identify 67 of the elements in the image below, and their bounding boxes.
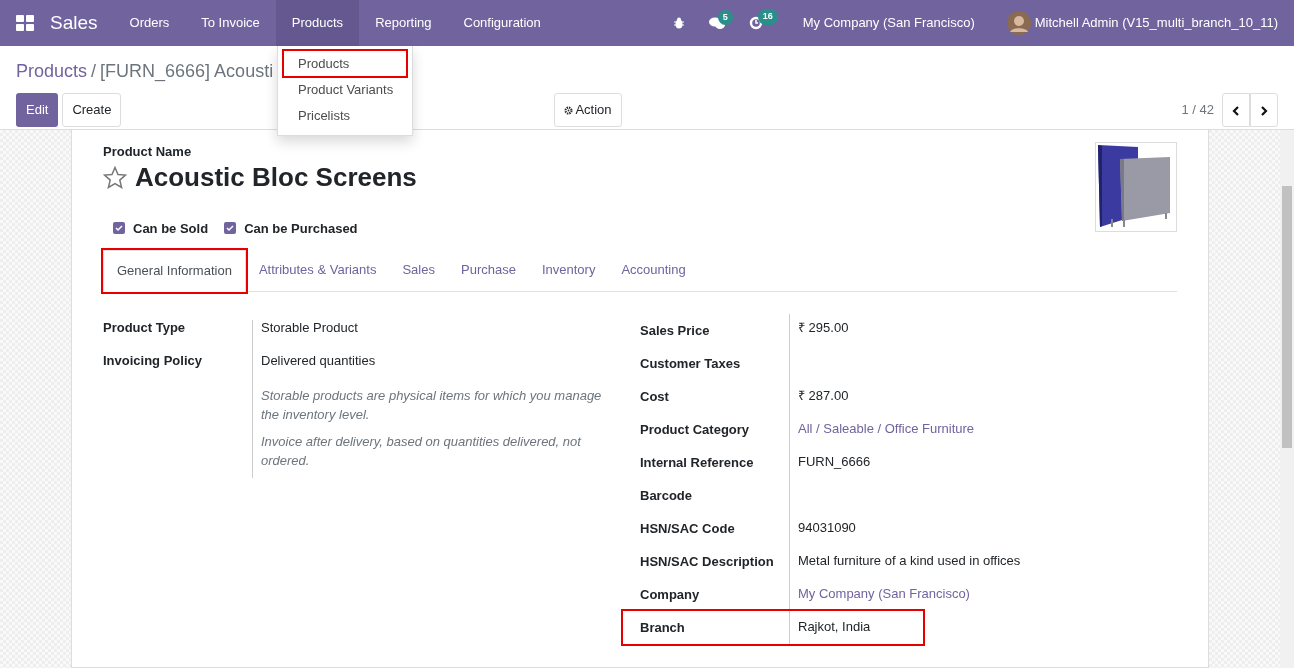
action-button[interactable]: Action (554, 93, 622, 127)
menu-item[interactable]: Reporting (359, 0, 448, 46)
dropdown-item[interactable]: Products (284, 51, 406, 76)
field-value: Rajkot, India (798, 618, 871, 634)
chevron-left-icon (1231, 104, 1241, 117)
message-count: 5 (717, 9, 733, 25)
field-link[interactable]: My Company (San Francisco) (798, 585, 970, 601)
field-label: Invoicing Policy (103, 352, 203, 370)
pager-previous-button[interactable] (1222, 93, 1250, 127)
apps-menu-icon[interactable] (16, 15, 34, 31)
tab[interactable]: Sales (389, 250, 448, 291)
clock-icon[interactable] (748, 16, 763, 30)
field-label: Product Name (103, 143, 193, 161)
menu-item[interactable]: Configuration (447, 0, 557, 46)
field-label: Sales Price (640, 321, 711, 340)
checkbox-label: Can be Sold (133, 219, 209, 238)
field-label: Internal Reference (640, 453, 755, 472)
tab[interactable]: General Information (103, 250, 246, 292)
checkbox[interactable] (224, 222, 237, 235)
tab[interactable]: Attributes & Variants (245, 250, 390, 291)
app-name[interactable]: Sales (50, 8, 98, 38)
field-label: Branch (640, 618, 686, 637)
star-icon[interactable] (103, 165, 127, 189)
avatar-icon (1006, 11, 1031, 35)
field-label: Cost (640, 387, 670, 406)
field-label: Barcode (640, 486, 694, 505)
help-text: Storable products are physical items for which you manage the inventory level. (261, 386, 603, 424)
dropdown-item[interactable]: Pricelists (284, 103, 406, 128)
pager-next-button[interactable] (1250, 93, 1278, 127)
field-value: Metal furniture of a kind used in offices (798, 552, 1021, 568)
field-label: Product Category (640, 420, 751, 439)
scrollbar[interactable] (1280, 130, 1294, 668)
activity-count: 16 (757, 9, 778, 25)
field-label: HSN/SAC Code (640, 519, 736, 538)
breadcrumb-link[interactable]: Products (16, 58, 88, 85)
menu-item[interactable]: To Invoice (185, 0, 276, 46)
user-menu[interactable]: Mitchell Admin (V15_multi_branch_10_11) (990, 0, 1294, 46)
field-value: Delivered quantities (261, 352, 376, 368)
menu-item[interactable]: Products (275, 0, 360, 46)
field-label: Company (640, 585, 701, 604)
product-name: Acoustic Bloc Screens (135, 161, 417, 193)
breadcrumb-separator: / (91, 60, 97, 83)
dropdown-item[interactable]: Product Variants (284, 77, 406, 102)
edit-button[interactable]: Edit (16, 93, 59, 127)
field-value: FURN_6666 (798, 453, 871, 469)
field-value: 94031090 (798, 519, 856, 535)
field-value: ₹ 295.00 (798, 319, 849, 335)
field-value: ₹ 287.00 (798, 387, 849, 403)
tab[interactable]: Accounting (608, 250, 699, 291)
chevron-right-icon (1259, 104, 1269, 117)
breadcrumb-current: [FURN_6666] Acousti (100, 60, 274, 84)
field-label: Customer Taxes (640, 354, 742, 373)
field-label: Product Type (103, 319, 187, 337)
menu-item[interactable]: Orders (113, 0, 186, 46)
tab[interactable]: Purchase (448, 250, 529, 291)
gear-icon (564, 106, 574, 116)
checkbox[interactable] (113, 222, 125, 235)
pager-value: 1 / 42 (1181, 101, 1214, 119)
bug-icon[interactable] (672, 17, 685, 29)
tab[interactable]: Inventory (528, 250, 609, 291)
create-button[interactable]: Create (62, 93, 122, 127)
field-link[interactable]: All / Saleable / Office Furniture (798, 420, 975, 436)
company-switcher[interactable]: My Company (San Francisco) (786, 0, 991, 46)
field-value: Storable Product (261, 319, 358, 335)
field-label: HSN/SAC Description (640, 552, 775, 571)
help-text: Invoice after delivery, based on quantities delivered, not ordered. (261, 432, 583, 470)
checkbox-label: Can be Purchased (244, 219, 358, 238)
